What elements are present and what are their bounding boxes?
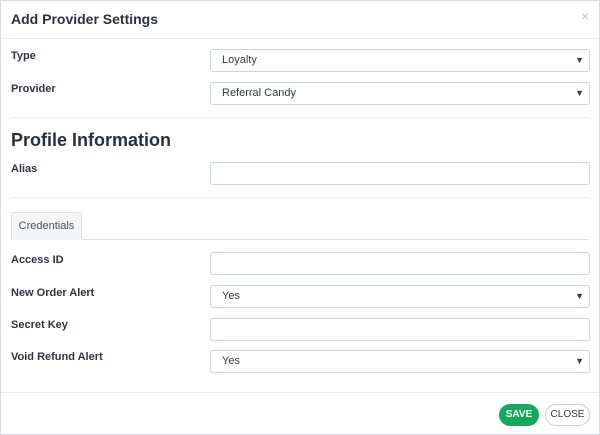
save-button[interactable]: SAVE [499,404,539,426]
void-refund-alert-select[interactable]: Yes ▼ [210,350,590,373]
secret-key-label: Secret Key [11,319,68,331]
profile-information-heading: Profile Information [11,130,172,150]
close-icon[interactable]: × [581,9,589,23]
new-order-alert-select[interactable]: Yes ▼ [210,285,590,308]
void-refund-alert-value: Yes [222,355,240,367]
tab-bar [11,239,589,240]
chevron-down-icon: ▼ [575,88,584,98]
type-select[interactable]: Loyalty ▼ [210,49,590,72]
chevron-down-icon: ▼ [575,356,584,366]
alias-input[interactable] [210,162,590,185]
dialog-title: Add Provider Settings [11,11,159,27]
provider-select-value: Referral Candy [222,87,296,99]
section-divider [11,117,589,118]
dialog-header: Add Provider Settings × [1,1,599,39]
type-label: Type [11,50,36,62]
provider-label: Provider [11,83,56,95]
type-select-value: Loyalty [222,54,257,66]
tab-credentials[interactable]: Credentials [11,212,82,240]
alias-label: Alias [11,163,38,175]
void-refund-alert-label: Void Refund Alert [11,351,103,363]
provider-settings-dialog: Add Provider Settings × Type Loyalty ▼ P… [0,0,600,435]
footer-divider [1,392,599,393]
new-order-alert-label: New Order Alert [11,287,95,299]
access-id-label: Access ID [11,254,64,266]
section-divider [11,197,589,198]
secret-key-input[interactable] [210,318,590,341]
close-button[interactable]: CLOSE [545,404,590,426]
new-order-alert-value: Yes [222,290,240,302]
provider-select[interactable]: Referral Candy ▼ [210,82,590,105]
chevron-down-icon: ▼ [575,291,584,301]
access-id-input[interactable] [210,252,590,275]
chevron-down-icon: ▼ [575,55,584,65]
